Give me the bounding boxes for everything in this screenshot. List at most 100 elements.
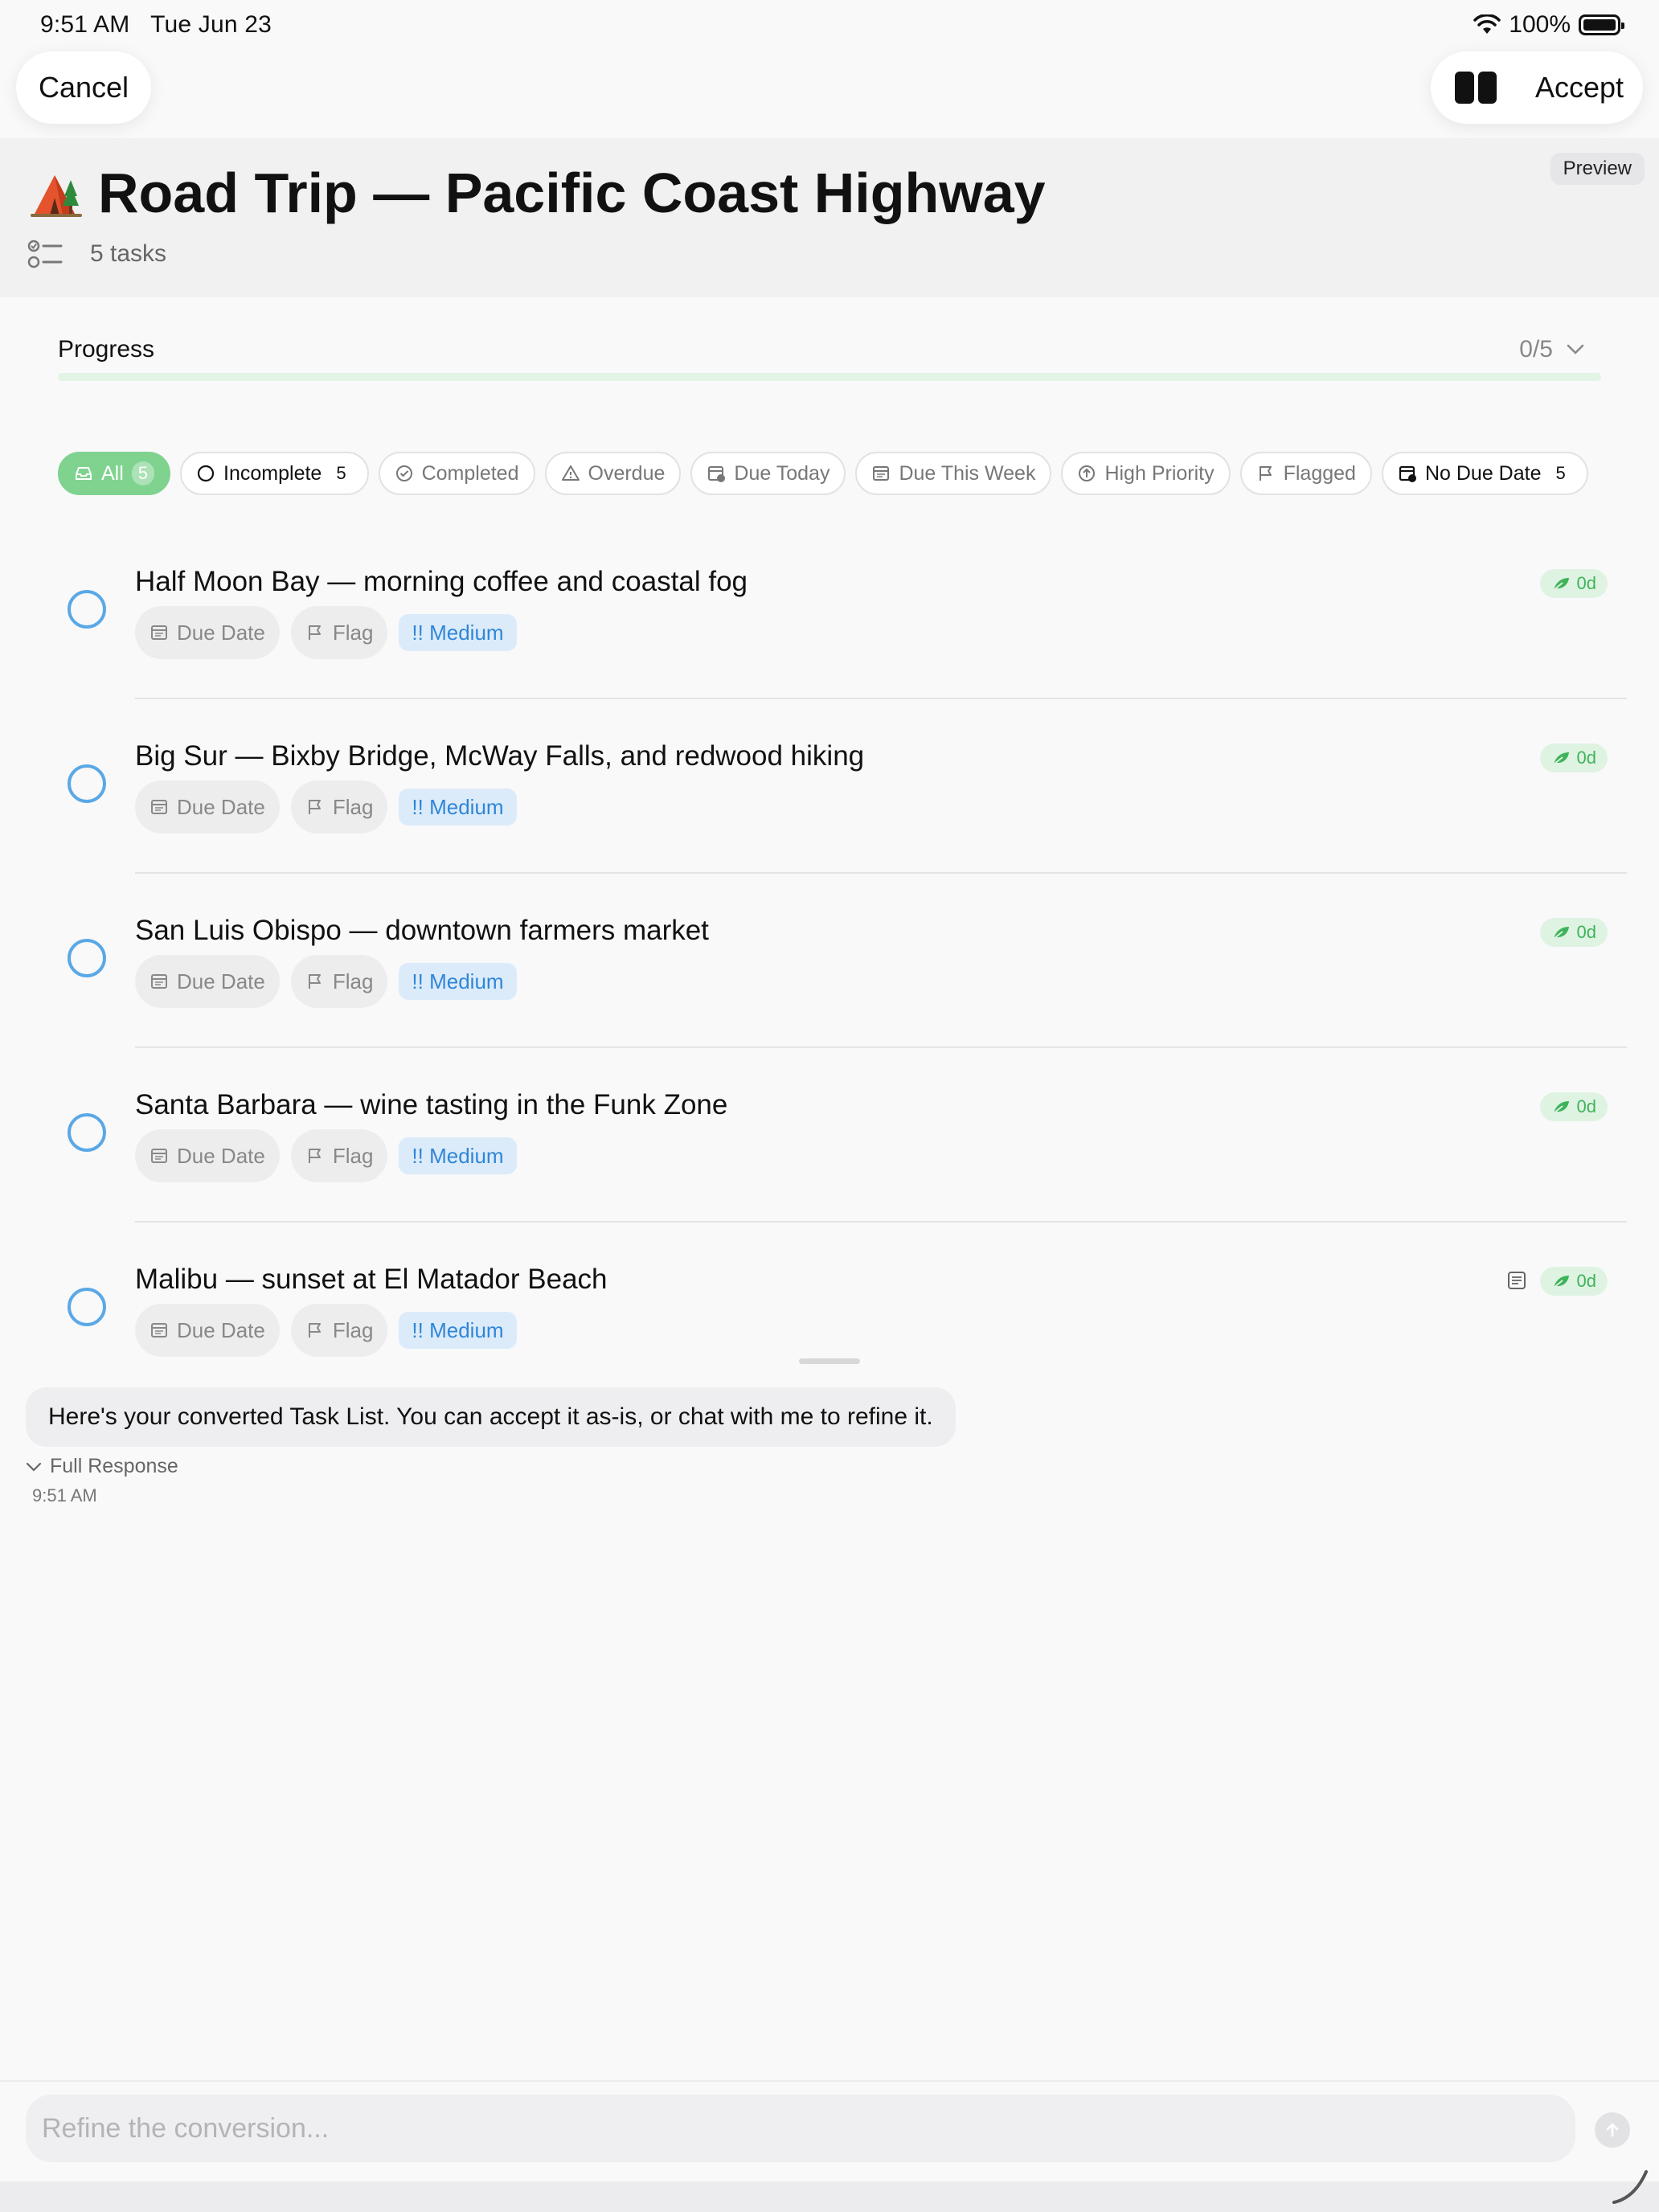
arrow-up-circle-icon bbox=[1077, 464, 1096, 483]
status-bar-right: 100% bbox=[1473, 11, 1624, 39]
resize-corner-icon bbox=[1612, 2170, 1648, 2204]
due-date-button[interactable]: Due Date bbox=[135, 1304, 280, 1357]
priority-badge[interactable]: !! Medium bbox=[399, 614, 517, 651]
filter-chip-label: Due Today bbox=[734, 461, 830, 485]
task-title[interactable]: Santa Barbara — wine tasting in the Funk… bbox=[135, 1089, 727, 1121]
task-tags: Due Date Flag !! Medium bbox=[135, 1129, 517, 1182]
calendar-icon bbox=[871, 464, 891, 483]
filter-chip-completed[interactable]: Completed bbox=[378, 452, 535, 495]
progress-bar bbox=[58, 373, 1601, 381]
flag-button[interactable]: Flag bbox=[290, 780, 388, 834]
filter-chip-count: 5 bbox=[131, 461, 155, 485]
battery-icon bbox=[1579, 14, 1624, 35]
flag-button[interactable]: Flag bbox=[290, 955, 388, 1008]
progress-toggle[interactable]: 0/5 bbox=[1519, 336, 1585, 363]
task-title[interactable]: Half Moon Bay — morning coffee and coast… bbox=[135, 566, 748, 598]
flag-button[interactable]: Flag bbox=[290, 606, 388, 659]
calendar-icon bbox=[150, 1321, 169, 1340]
assistant-message: Here's your converted Task List. You can… bbox=[26, 1387, 956, 1447]
task-row[interactable]: Half Moon Bay — morning coffee and coast… bbox=[0, 526, 1659, 700]
task-row[interactable]: Santa Barbara — wine tasting in the Funk… bbox=[0, 1049, 1659, 1223]
filter-chip-count: 5 bbox=[336, 463, 346, 483]
calendar-slash-icon bbox=[1398, 464, 1417, 483]
full-response-toggle[interactable]: Full Response bbox=[26, 1455, 178, 1478]
filter-chip-count: 5 bbox=[1555, 463, 1566, 483]
flag-button[interactable]: Flag bbox=[290, 1129, 388, 1182]
filter-chip-incomplete[interactable]: Incomplete 5 bbox=[180, 452, 369, 495]
leaf-icon bbox=[1551, 749, 1571, 767]
task-count-row: 5 tasks bbox=[27, 238, 166, 270]
filter-chip-label: High Priority bbox=[1104, 461, 1215, 485]
filter-chip-label: Overdue bbox=[588, 461, 666, 485]
calendar-clock-icon bbox=[707, 464, 726, 483]
status-time: 9:51 AM bbox=[40, 11, 130, 38]
filter-chip-label: Incomplete bbox=[223, 461, 322, 485]
task-title[interactable]: Malibu — sunset at El Matador Beach bbox=[135, 1264, 608, 1296]
task-row[interactable]: Malibu — sunset at El Matador Beach Due … bbox=[0, 1223, 1659, 1398]
calendar-icon bbox=[150, 623, 169, 642]
task-checkbox[interactable] bbox=[68, 1288, 106, 1326]
flag-icon bbox=[305, 1321, 325, 1340]
filter-chip-overdue[interactable]: Overdue bbox=[544, 452, 682, 495]
task-age: 0d bbox=[1576, 922, 1596, 942]
split-view-icon[interactable] bbox=[1455, 72, 1497, 104]
filter-chip-no-due-date[interactable]: No Due Date 5 bbox=[1381, 452, 1588, 495]
flag-button[interactable]: Flag bbox=[290, 1304, 388, 1357]
due-date-button[interactable]: Due Date bbox=[135, 955, 280, 1008]
drag-handle[interactable] bbox=[799, 1358, 860, 1364]
task-tags: Due Date Flag !! Medium bbox=[135, 955, 517, 1008]
due-date-label: Due Date bbox=[177, 620, 265, 645]
arrow-up-icon bbox=[1606, 2123, 1619, 2137]
task-age-badge: 0d bbox=[1539, 569, 1608, 598]
flag-label: Flag bbox=[332, 969, 374, 993]
page-title: Road Trip — Pacific Coast Highway bbox=[98, 162, 1046, 224]
task-divider bbox=[135, 872, 1627, 874]
flag-label: Flag bbox=[332, 620, 374, 645]
filter-chip-high-priority[interactable]: High Priority bbox=[1061, 452, 1231, 495]
priority-badge[interactable]: !! Medium bbox=[399, 1312, 517, 1349]
tray-icon bbox=[74, 464, 93, 483]
priority-badge[interactable]: !! Medium bbox=[399, 789, 517, 825]
task-checkbox[interactable] bbox=[68, 590, 106, 629]
due-date-button[interactable]: Due Date bbox=[135, 606, 280, 659]
filter-chip-due-today[interactable]: Due Today bbox=[690, 452, 846, 495]
task-title[interactable]: San Luis Obispo — downtown farmers marke… bbox=[135, 915, 709, 947]
task-checkbox[interactable] bbox=[68, 939, 106, 977]
filter-chip-due-this-week[interactable]: Due This Week bbox=[855, 452, 1052, 495]
send-button[interactable] bbox=[1595, 2112, 1630, 2148]
progress-label: Progress bbox=[58, 336, 155, 363]
battery-percent: 100% bbox=[1509, 11, 1571, 38]
priority-badge[interactable]: !! Medium bbox=[399, 963, 517, 1000]
task-tags: Due Date Flag !! Medium bbox=[135, 606, 517, 659]
task-age: 0d bbox=[1576, 573, 1596, 593]
due-date-button[interactable]: Due Date bbox=[135, 780, 280, 834]
priority-badge[interactable]: !! Medium bbox=[399, 1137, 517, 1174]
task-row[interactable]: San Luis Obispo — downtown farmers marke… bbox=[0, 875, 1659, 1049]
calendar-icon bbox=[150, 1146, 169, 1165]
full-response-label: Full Response bbox=[50, 1455, 178, 1477]
flag-icon bbox=[305, 1146, 325, 1165]
notes-icon[interactable] bbox=[1506, 1270, 1527, 1291]
task-checkbox[interactable] bbox=[68, 1113, 106, 1152]
filter-chip-flagged[interactable]: Flagged bbox=[1239, 452, 1372, 495]
filter-chip-label: No Due Date bbox=[1424, 461, 1542, 485]
cancel-button[interactable]: Cancel bbox=[16, 51, 151, 124]
accept-button[interactable]: Accept bbox=[1535, 71, 1624, 104]
leaf-icon bbox=[1551, 1098, 1571, 1116]
task-age-badge: 0d bbox=[1539, 743, 1608, 772]
flag-label: Flag bbox=[332, 1143, 374, 1168]
filter-chip-all[interactable]: All 5 bbox=[58, 452, 171, 495]
top-right-actions: Accept bbox=[1431, 51, 1643, 124]
refine-input[interactable] bbox=[26, 2095, 1575, 2162]
task-age: 0d bbox=[1576, 1271, 1596, 1291]
task-row[interactable]: Big Sur — Bixby Bridge, McWay Falls, and… bbox=[0, 700, 1659, 875]
flag-icon bbox=[1256, 464, 1276, 483]
due-date-button[interactable]: Due Date bbox=[135, 1129, 280, 1182]
due-date-label: Due Date bbox=[177, 1143, 265, 1168]
task-age-badge: 0d bbox=[1539, 1092, 1608, 1121]
checklist-icon bbox=[27, 240, 63, 268]
task-checkbox[interactable] bbox=[68, 764, 106, 803]
task-title[interactable]: Big Sur — Bixby Bridge, McWay Falls, and… bbox=[135, 740, 864, 772]
warning-icon bbox=[561, 464, 580, 483]
circle-icon bbox=[196, 464, 215, 483]
